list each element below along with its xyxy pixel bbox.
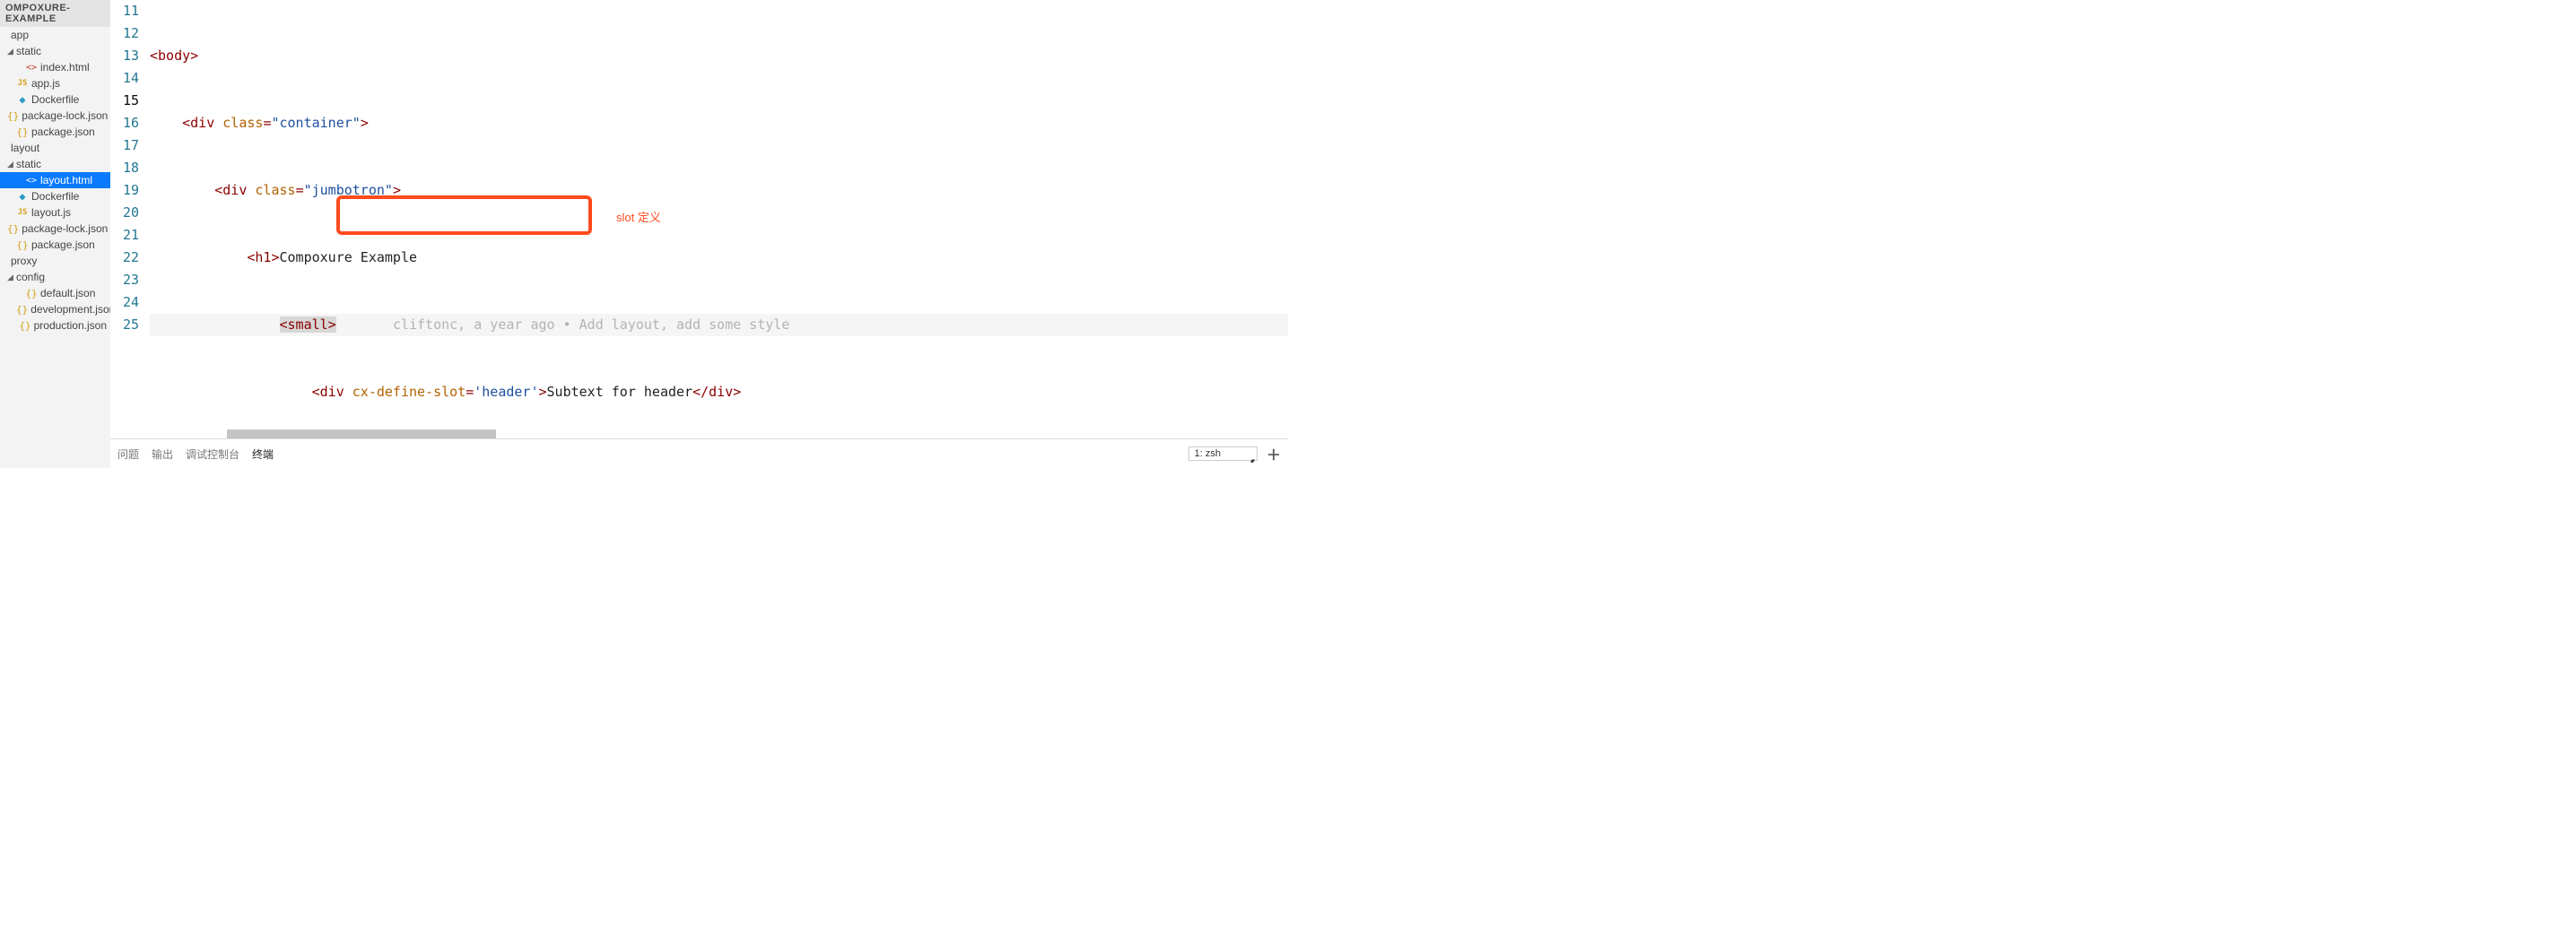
file-tree-label: package-lock.json <box>22 109 108 122</box>
file-tree-item[interactable]: {}default.json <box>0 285 110 301</box>
editor-main: 111213141516171819202122232425 <body> <d… <box>110 0 1288 468</box>
line-number: 24 <box>110 291 139 314</box>
file-tree-label: static <box>16 45 41 57</box>
file-tree-item[interactable]: JSapp.js <box>0 75 110 91</box>
chevron-icon: ◢ <box>7 47 16 56</box>
file-tree-label: development.json <box>30 303 110 316</box>
file-explorer-sidebar: OMPOXURE-EXAMPLE app◢static<>index.htmlJ… <box>0 0 110 468</box>
horizontal-scrollbar[interactable] <box>110 429 1288 438</box>
line-number-gutter: 111213141516171819202122232425 <box>110 0 150 429</box>
tab-output[interactable]: 输出 <box>152 445 173 464</box>
line-number: 17 <box>110 134 139 157</box>
js-icon: JS <box>16 208 29 217</box>
chevron-icon: ◢ <box>7 273 16 282</box>
code-editor[interactable]: 111213141516171819202122232425 <body> <d… <box>110 0 1288 429</box>
js-icon: JS <box>16 79 29 88</box>
line-number: 13 <box>110 45 139 67</box>
code-line: <div class="container"> <box>150 112 1288 134</box>
code-line: <body> <box>150 45 1288 67</box>
panel-right-controls: 1: zsh ＋ <box>1188 443 1281 464</box>
file-tree-item[interactable]: ◆Dockerfile <box>0 91 110 108</box>
file-tree-item[interactable]: {}package.json <box>0 237 110 253</box>
html-icon: <> <box>25 63 38 73</box>
docker-icon: ◆ <box>16 93 29 106</box>
file-tree-item[interactable]: JSlayout.js <box>0 204 110 221</box>
file-tree-item[interactable]: {} production.json <box>0 317 110 334</box>
git-blame-annotation: cliftonc, a year ago • Add layout, add s… <box>393 316 790 333</box>
line-number: 25 <box>110 314 139 336</box>
file-tree-label: layout <box>11 142 39 154</box>
file-tree-label: app <box>11 29 29 41</box>
bottom-panel: 问题 输出 调试控制台 终端 1: zsh ＋ <box>110 438 1288 468</box>
json-icon: {} <box>19 320 30 332</box>
file-tree-label: package.json <box>31 238 95 251</box>
file-tree-item[interactable]: ◆Dockerfile <box>0 188 110 204</box>
code-line: <div class="jumbotron"> <box>150 179 1288 202</box>
file-tree-label: production.json <box>34 319 107 332</box>
file-tree-item[interactable]: app <box>0 27 110 43</box>
file-tree-item[interactable]: ◢static <box>0 156 110 172</box>
scrollbar-thumb[interactable] <box>227 429 496 438</box>
code-line-current: <small> cliftonc, a year ago • Add layou… <box>150 314 1288 336</box>
app-root: OMPOXURE-EXAMPLE app◢static<>index.htmlJ… <box>0 0 1288 468</box>
tab-problems[interactable]: 问题 <box>117 445 139 464</box>
line-number: 15 <box>110 90 139 112</box>
file-tree-item[interactable]: {}package-lock.json <box>0 108 110 124</box>
file-tree-item[interactable]: ◢static <box>0 43 110 59</box>
plus-icon[interactable]: ＋ <box>1266 443 1281 464</box>
file-tree-label: index.html <box>40 61 90 74</box>
file-tree-item[interactable]: <>layout.html <box>0 172 110 188</box>
line-number: 14 <box>110 67 139 90</box>
code-line: <h1>Compoxure Example <box>150 247 1288 269</box>
json-icon: {} <box>7 110 19 122</box>
panel-tab-bar: 问题 输出 调试控制台 终端 <box>117 445 1188 464</box>
file-tree-item[interactable]: layout <box>0 140 110 156</box>
line-number: 20 <box>110 202 139 224</box>
file-tree-item[interactable]: proxy <box>0 253 110 269</box>
line-number: 18 <box>110 157 139 179</box>
file-tree-item[interactable]: <>index.html <box>0 59 110 75</box>
code-line: <div cx-define-slot='header'>Subtext for… <box>150 381 1288 403</box>
json-icon: {} <box>16 126 29 138</box>
file-tree-label: proxy <box>11 255 37 267</box>
tab-terminal[interactable]: 终端 <box>252 445 274 464</box>
file-tree-label: package-lock.json <box>22 222 108 235</box>
file-tree-item[interactable]: ◢config <box>0 269 110 285</box>
file-tree: app◢static<>index.htmlJSapp.js◆Dockerfil… <box>0 27 110 468</box>
json-icon: {} <box>16 239 29 251</box>
line-number: 23 <box>110 269 139 291</box>
file-tree-label: Dockerfile <box>31 93 79 106</box>
json-icon: {} <box>25 288 38 299</box>
code-area[interactable]: <body> <div class="container"> <div clas… <box>150 0 1288 429</box>
json-icon: {} <box>7 223 19 235</box>
file-tree-item[interactable]: {}development.json <box>0 301 110 317</box>
line-number: 12 <box>110 22 139 45</box>
chevron-icon: ◢ <box>7 160 16 169</box>
json-icon: {} <box>16 304 28 316</box>
file-tree-label: Dockerfile <box>31 190 79 203</box>
docker-icon: ◆ <box>16 190 29 203</box>
file-tree-label: config <box>16 271 45 283</box>
line-number: 22 <box>110 247 139 269</box>
file-tree-label: layout.html <box>40 174 92 186</box>
line-number: 21 <box>110 224 139 247</box>
sidebar-project-title: OMPOXURE-EXAMPLE <box>0 0 110 27</box>
line-number: 19 <box>110 179 139 202</box>
html-icon: <> <box>25 176 38 186</box>
line-number: 16 <box>110 112 139 134</box>
file-tree-label: app.js <box>31 77 60 90</box>
tab-debug-console[interactable]: 调试控制台 <box>186 445 239 464</box>
terminal-selector[interactable]: 1: zsh <box>1188 446 1258 461</box>
line-number: 11 <box>110 0 139 22</box>
highlight-annotation-label: slot 定义 <box>616 206 661 229</box>
file-tree-item[interactable]: {}package.json <box>0 124 110 140</box>
file-tree-label: layout.js <box>31 206 71 219</box>
file-tree-item[interactable]: {}package-lock.json <box>0 221 110 237</box>
file-tree-label: static <box>16 158 41 170</box>
file-tree-label: package.json <box>31 126 95 138</box>
file-tree-label: default.json <box>40 287 95 299</box>
